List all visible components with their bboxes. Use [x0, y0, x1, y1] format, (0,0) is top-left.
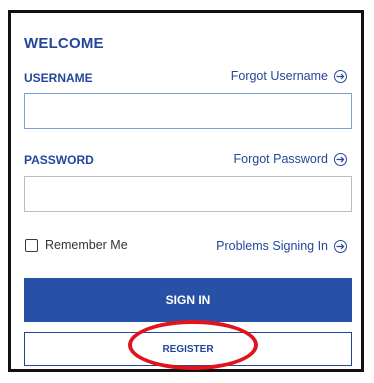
password-input[interactable] [24, 176, 352, 212]
forgot-username-label: Forgot Username [230, 69, 328, 83]
welcome-title: WELCOME [24, 35, 104, 52]
arrow-right-circle-icon [334, 152, 347, 166]
arrow-right-circle-icon [334, 69, 347, 83]
remember-me-label: Remember Me [45, 238, 128, 252]
sign-in-button[interactable]: SIGN IN [24, 278, 352, 322]
forgot-password-label: Forgot Password [233, 152, 328, 166]
register-button[interactable]: REGISTER [24, 332, 352, 366]
arrow-right-circle-icon [334, 239, 347, 253]
remember-me-checkbox-row[interactable]: Remember Me [25, 238, 128, 252]
forgot-password-link[interactable]: Forgot Password [234, 152, 347, 166]
username-label: USERNAME [24, 71, 93, 85]
remember-me-checkbox[interactable] [25, 238, 38, 252]
login-panel: WELCOME USERNAME Forgot Username PASSWOR… [8, 10, 364, 372]
password-label: PASSWORD [24, 153, 94, 167]
problems-signing-in-link[interactable]: Problems Signing In [216, 239, 347, 253]
username-input[interactable] [24, 93, 352, 129]
forgot-username-link[interactable]: Forgot Username [231, 69, 347, 83]
problems-signing-in-label: Problems Signing In [216, 239, 328, 253]
